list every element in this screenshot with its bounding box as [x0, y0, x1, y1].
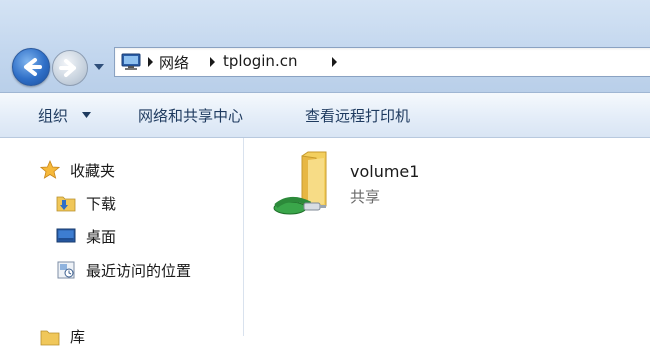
sidebar-item-label: 下载	[86, 195, 117, 213]
organize-menu-button[interactable]: 组织	[38, 105, 68, 126]
breadcrumb-host[interactable]: tplogin.cn	[223, 52, 297, 70]
sidebar-item-recent-places[interactable]: 最近访问的位置	[0, 257, 243, 283]
forward-button[interactable]	[52, 50, 88, 86]
file-list: volume1 共享	[244, 138, 650, 336]
shared-folder-type: 共享	[350, 188, 381, 206]
chevron-down-icon	[94, 64, 104, 70]
network-sharing-center-button[interactable]: 网络和共享中心	[138, 105, 243, 126]
desktop-icon	[56, 228, 76, 243]
sidebar-item-favorites[interactable]: 收藏夹	[0, 157, 243, 183]
sidebar-item-label: 桌面	[86, 228, 117, 246]
sidebar-item-label: 最近访问的位置	[86, 262, 192, 280]
back-button[interactable]	[12, 48, 50, 86]
sidebar-item-downloads[interactable]: 下载	[0, 190, 243, 216]
network-computer-icon	[121, 53, 141, 70]
recent-pages-button[interactable]	[92, 60, 106, 74]
navigation-pane: 收藏夹 下载 桌面 最近访问的位置 库	[0, 138, 244, 346]
breadcrumb-network[interactable]: 网络	[159, 52, 189, 73]
chevron-down-icon[interactable]	[82, 112, 91, 118]
recent-places-icon	[57, 261, 75, 279]
forward-arrow-icon	[59, 59, 76, 77]
shared-folder-name: volume1	[350, 162, 420, 181]
sidebar-item-label: 收藏夹	[70, 162, 116, 180]
download-folder-icon	[56, 196, 76, 212]
library-icon	[40, 330, 60, 346]
address-bar[interactable]: 网络 tplogin.cn	[114, 47, 650, 77]
window-titlebar: 网络 tplogin.cn	[0, 0, 650, 93]
sidebar-item-label: 库	[70, 328, 86, 346]
breadcrumb-separator-icon[interactable]	[207, 55, 217, 69]
sidebar-item-libraries[interactable]: 库	[0, 323, 243, 349]
breadcrumb-separator-icon[interactable]	[329, 55, 339, 69]
sidebar-item-desktop[interactable]: 桌面	[0, 223, 243, 249]
breadcrumb-separator-icon[interactable]	[145, 55, 155, 69]
view-remote-printers-button[interactable]: 查看远程打印机	[305, 105, 410, 126]
shared-folder-item[interactable]: volume1 共享	[268, 148, 468, 228]
shared-folder-icon	[273, 151, 327, 215]
command-toolbar: 组织 网络和共享中心 查看远程打印机	[0, 93, 650, 138]
star-icon	[40, 160, 60, 179]
back-arrow-icon	[24, 58, 42, 76]
